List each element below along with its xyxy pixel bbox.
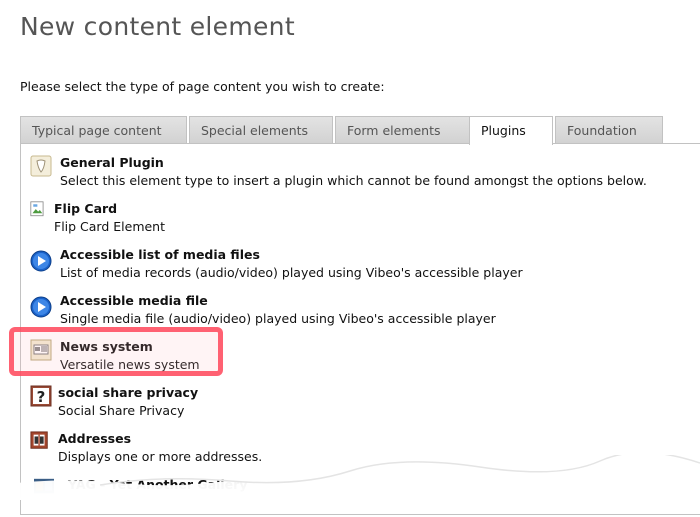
broken-image-icon <box>30 201 44 217</box>
list-item-addresses[interactable]: Addresses Displays one or more addresses… <box>30 431 290 471</box>
item-title: General Plugin <box>60 155 164 170</box>
tab-foundation[interactable]: Foundation <box>555 116 663 143</box>
svg-text:?: ? <box>37 388 46 406</box>
news-icon <box>30 339 52 361</box>
play-icon <box>30 250 52 272</box>
item-description: Single media file (audio/video) played u… <box>60 311 496 326</box>
content-type-tabs: Typical page content Special elements Fo… <box>20 116 700 145</box>
item-description: Social Share Privacy <box>58 403 185 418</box>
item-title: YAG - Yet Another Gallery <box>68 477 248 492</box>
list-item-accessible-media-file[interactable]: Accessible media file Single media file … <box>30 293 530 333</box>
item-title: News system <box>60 339 153 354</box>
item-description: Displays one or more addresses. <box>58 449 263 464</box>
item-title: Accessible list of media files <box>60 247 260 262</box>
item-description: List of media records (audio/video) play… <box>60 265 523 280</box>
play-icon <box>30 296 52 318</box>
page-title: New content element <box>20 12 295 41</box>
question-icon: ? <box>30 385 52 407</box>
tab-plugins[interactable]: Plugins <box>469 116 553 145</box>
item-title: Flip Card <box>54 201 118 216</box>
tab-form-elements[interactable]: Form elements <box>335 116 487 143</box>
item-title: Accessible media file <box>60 293 208 308</box>
instruction-text: Please select the type of page content y… <box>20 79 385 94</box>
list-item-general-plugin[interactable]: General Plugin Select this element type … <box>30 155 650 195</box>
list-item-social-share-privacy[interactable]: ? social share privacy Social Share Priv… <box>30 385 250 425</box>
tab-typical-page-content[interactable]: Typical page content <box>20 116 187 143</box>
item-description: Flip Card Element <box>54 219 166 234</box>
item-description: Versatile news system <box>60 357 200 372</box>
address-book-icon <box>30 431 48 449</box>
list-item-accessible-media-list[interactable]: Accessible list of media files List of m… <box>30 247 530 287</box>
list-item-yag-gallery[interactable]: YAG - Yet Another Gallery <box>30 477 290 517</box>
item-title: Addresses <box>58 431 132 446</box>
list-item-flip-card[interactable]: Flip Card Flip Card Element <box>30 201 330 241</box>
list-item-news-system[interactable]: News system Versatile news system <box>30 339 230 379</box>
gallery-icon <box>34 478 54 494</box>
item-description: Select this element type to insert a plu… <box>60 173 647 188</box>
tab-special-elements[interactable]: Special elements <box>189 116 333 143</box>
typo3-plugin-icon <box>30 155 52 177</box>
item-title: social share privacy <box>58 385 199 400</box>
